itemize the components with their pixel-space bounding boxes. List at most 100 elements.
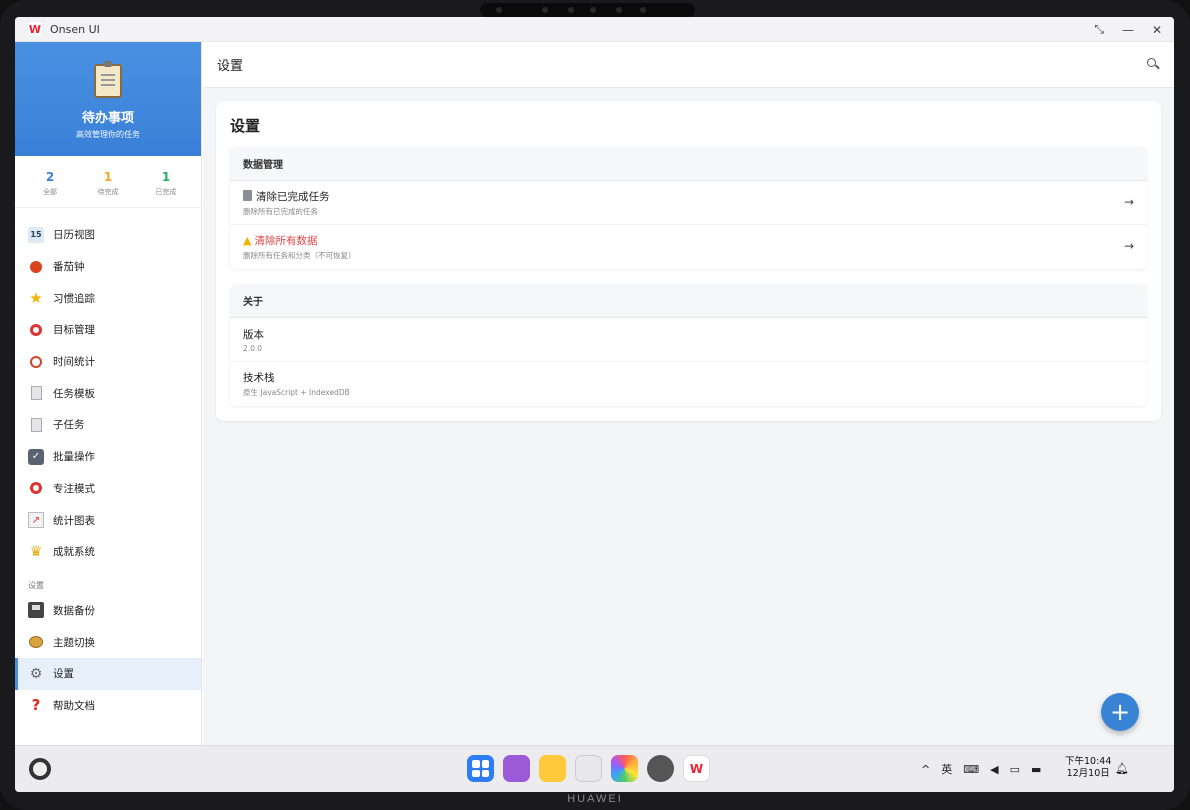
checkbox-icon: ✓ [28,448,44,465]
display-icon[interactable]: ▭ [1010,763,1020,776]
trash-bin-icon[interactable] [575,755,602,782]
trophy-icon: ♛ [29,543,43,560]
card-title: 设置 [230,117,261,135]
multitask-icon[interactable] [503,755,530,782]
clear-all-desc: 删除所有任务和分类（不可恢复） [243,251,356,260]
stat-all-value: 2 [45,170,55,184]
document-icon [28,385,44,401]
sidebar-item-habits[interactable]: ★ 习惯追踪 [15,282,201,314]
start-button[interactable] [29,758,51,780]
stat-done: 1 已完成 [137,170,195,197]
tomato-icon [28,259,44,275]
stats-row: 2 全部 1 待完成 1 已完成 [15,156,201,208]
chevron-up-icon[interactable]: ^ [921,763,930,776]
sidebar-item-label: 数据备份 [53,604,95,617]
sidebar-item-label: 主题切换 [53,636,95,649]
stat-all-label: 全部 [43,188,57,196]
add-task-button[interactable]: + [1101,693,1139,731]
clock[interactable]: 下午10:44 12月10日 [1065,756,1111,780]
dock: W [467,755,710,782]
screen: W Onsen UI ⤡ — ✕ 待办事项 高效管理你的任务 2 全部 1 待完… [15,17,1174,792]
floppy-icon [28,602,44,619]
device-brand: HUAWEI [567,793,623,805]
bell-icon[interactable]: 🔔︎ [1115,762,1129,775]
sidebar-item-label: 统计图表 [53,514,95,527]
arrow-right-icon: → [1123,239,1134,253]
version-row: 版本 2.0.0 [230,318,1147,362]
sidebar-item-label: 日历视图 [53,229,95,242]
gallery-icon[interactable] [611,755,638,782]
search-icon[interactable] [1147,58,1156,67]
sidebar-item-batch[interactable]: ✓ 批量操作 [15,441,201,473]
sidebar-item-label: 成就系统 [53,546,95,559]
sidebar-item-label: 任务模板 [53,387,95,400]
sidebar-item-charts[interactable]: ↗ 统计图表 [15,504,201,536]
sidebar-item-label: 番茄钟 [53,261,85,274]
sidebar-item-backup[interactable]: 数据备份 [15,595,201,627]
page-icon [28,417,44,433]
volume-icon[interactable]: ◀ [990,763,998,776]
target-icon [28,322,44,338]
version-value: 2.0.0 [243,343,263,353]
row-title-wrap: 清除已完成任务 [243,189,1147,204]
group-title: 数据管理 [230,147,1147,181]
settings-card: 设置 数据管理 清除已完成任务 删除所有已完成的任务 → ▲ 清除所有数据 删除… [216,101,1161,421]
arrow-right-icon: → [1123,195,1134,209]
sidebar-item-settings[interactable]: ⚙ 设置 [15,657,201,690]
keyboard-icon[interactable]: ⌨ [963,763,979,776]
clear-completed-row[interactable]: 清除已完成任务 删除所有已完成的任务 → [230,181,1147,225]
stopwatch-icon [28,354,44,370]
sidebar-item-calendar[interactable]: 15 日历视图 [15,219,201,251]
window-titlebar: W Onsen UI ⤡ — ✕ [15,17,1174,42]
group-title: 关于 [230,284,1147,318]
sidebar-item-pomodoro[interactable]: 番茄钟 [15,251,201,283]
restore-icon[interactable]: ⤡ [1094,22,1104,37]
settings-app-icon[interactable] [647,755,674,782]
sidebar-item-templates[interactable]: 任务模板 [15,377,201,409]
stat-done-value: 1 [161,170,171,184]
clear-all-row[interactable]: ▲ 清除所有数据 删除所有任务和分类（不可恢复） → [230,225,1147,269]
sidebar-item-label: 设置 [53,668,74,681]
sidebar-header: 待办事项 高效管理你的任务 [15,42,201,156]
sidebar-item-time-stats[interactable]: 时间统计 [15,346,201,378]
clock-date: 12月10日 [1066,768,1110,779]
tech-stack-row: 技术栈 原生 JavaScript + IndexedDB [230,362,1147,406]
clear-completed-title: 清除已完成任务 [256,190,330,203]
clear-completed-desc: 删除所有已完成的任务 [243,206,318,216]
sidebar-item-label: 目标管理 [53,324,95,337]
sidebar-item-goals[interactable]: 目标管理 [15,314,201,346]
ime-indicator[interactable]: 英 [941,761,952,777]
sidebar-subtitle: 高效管理你的任务 [76,130,140,139]
about-group: 关于 版本 2.0.0 技术栈 原生 JavaScript + IndexedD… [230,284,1147,406]
sidebar-item-label: 批量操作 [53,451,95,464]
sidebar-item-theme[interactable]: 主题切换 [15,626,201,658]
sidebar-item-achievements[interactable]: ♛ 成就系统 [15,536,201,568]
warning-icon: ▲ [243,234,252,247]
app-grid-icon[interactable] [467,755,494,782]
sidebar-item-focus[interactable]: 专注模式 [15,473,201,505]
sidebar-item-subtasks[interactable]: 子任务 [15,409,201,441]
stat-pending-value: 1 [103,170,113,184]
sidebar-item-label: 专注模式 [53,482,95,495]
minimize-icon[interactable]: — [1122,23,1134,37]
sidebar-item-label: 时间统计 [53,356,95,369]
stat-done-label: 已完成 [155,188,177,196]
trash-icon [243,189,252,201]
gear-icon: ⚙ [29,665,43,682]
palette-icon [28,634,44,650]
tech-stack-value: 原生 JavaScript + IndexedDB [243,388,350,397]
onsen-app-icon[interactable]: W [683,755,710,782]
clipboard-icon [94,61,122,98]
dart-icon [28,480,44,496]
row-title-wrap: ▲ 清除所有数据 [243,233,1147,248]
close-icon[interactable]: ✕ [1152,23,1162,37]
data-management-group: 数据管理 清除已完成任务 删除所有已完成的任务 → ▲ 清除所有数据 删除所有任务… [230,147,1147,269]
files-icon[interactable] [539,755,566,782]
taskbar: W ^ 英 ⌨ ◀ ▭ ▬ 下午10:44 12月10日 🔔︎ [15,745,1174,792]
onsen-logo-icon: W [28,22,42,36]
sidebar-item-help[interactable]: ? 帮助文档 [15,690,201,722]
battery-icon[interactable]: ▬ [1031,763,1041,776]
sidebar-title: 待办事项 [81,111,134,126]
star-icon: ★ [29,289,43,308]
camera-bar [480,3,695,17]
